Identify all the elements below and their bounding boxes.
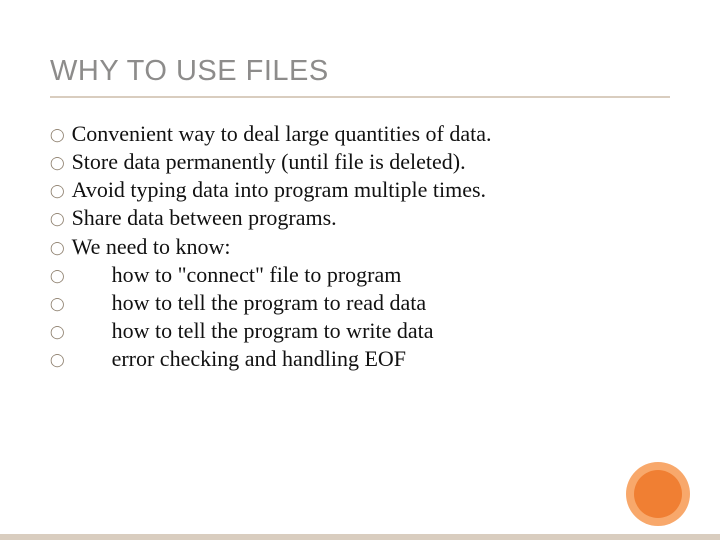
bullet-icon: ◯: [50, 268, 65, 285]
list-item-text: error checking and handling EOF: [72, 345, 406, 373]
slide: WHY TO USE FILES ◯ Convenient way to dea…: [0, 0, 720, 540]
bullet-icon: ◯: [50, 183, 65, 200]
list-item: ◯ We need to know:: [50, 233, 670, 261]
bullet-icon: ◯: [50, 352, 65, 369]
bullet-icon: ◯: [50, 127, 65, 144]
bullet-list: ◯ Convenient way to deal large quantitie…: [50, 120, 670, 373]
decorative-circle-inner: [634, 470, 682, 518]
list-item: ◯ how to "connect" file to program: [50, 261, 670, 289]
list-item-text: We need to know:: [72, 233, 231, 261]
list-item-text: how to tell the program to read data: [72, 289, 427, 317]
bullet-icon: ◯: [50, 211, 65, 228]
list-item: ◯ error checking and handling EOF: [50, 345, 670, 373]
list-item-text: Convenient way to deal large quantities …: [72, 120, 492, 148]
footer-band: [0, 534, 720, 540]
bullet-icon: ◯: [50, 296, 65, 313]
list-item: ◯ how to tell the program to read data: [50, 289, 670, 317]
title-underline: [50, 96, 670, 98]
list-item-text: how to "connect" file to program: [72, 261, 402, 289]
list-item-text: how to tell the program to write data: [72, 317, 434, 345]
list-item: ◯ Avoid typing data into program multipl…: [50, 176, 670, 204]
list-item-text: Share data between programs.: [72, 204, 337, 232]
list-item: ◯ Store data permanently (until file is …: [50, 148, 670, 176]
list-item-text: Avoid typing data into program multiple …: [72, 176, 486, 204]
list-item: ◯ Convenient way to deal large quantitie…: [50, 120, 670, 148]
slide-title: WHY TO USE FILES: [50, 55, 670, 88]
list-item: ◯ how to tell the program to write data: [50, 317, 670, 345]
list-item-text: Store data permanently (until file is de…: [72, 148, 466, 176]
bullet-icon: ◯: [50, 324, 65, 341]
bullet-icon: ◯: [50, 155, 65, 172]
list-item: ◯ Share data between programs.: [50, 204, 670, 232]
bullet-icon: ◯: [50, 240, 65, 257]
